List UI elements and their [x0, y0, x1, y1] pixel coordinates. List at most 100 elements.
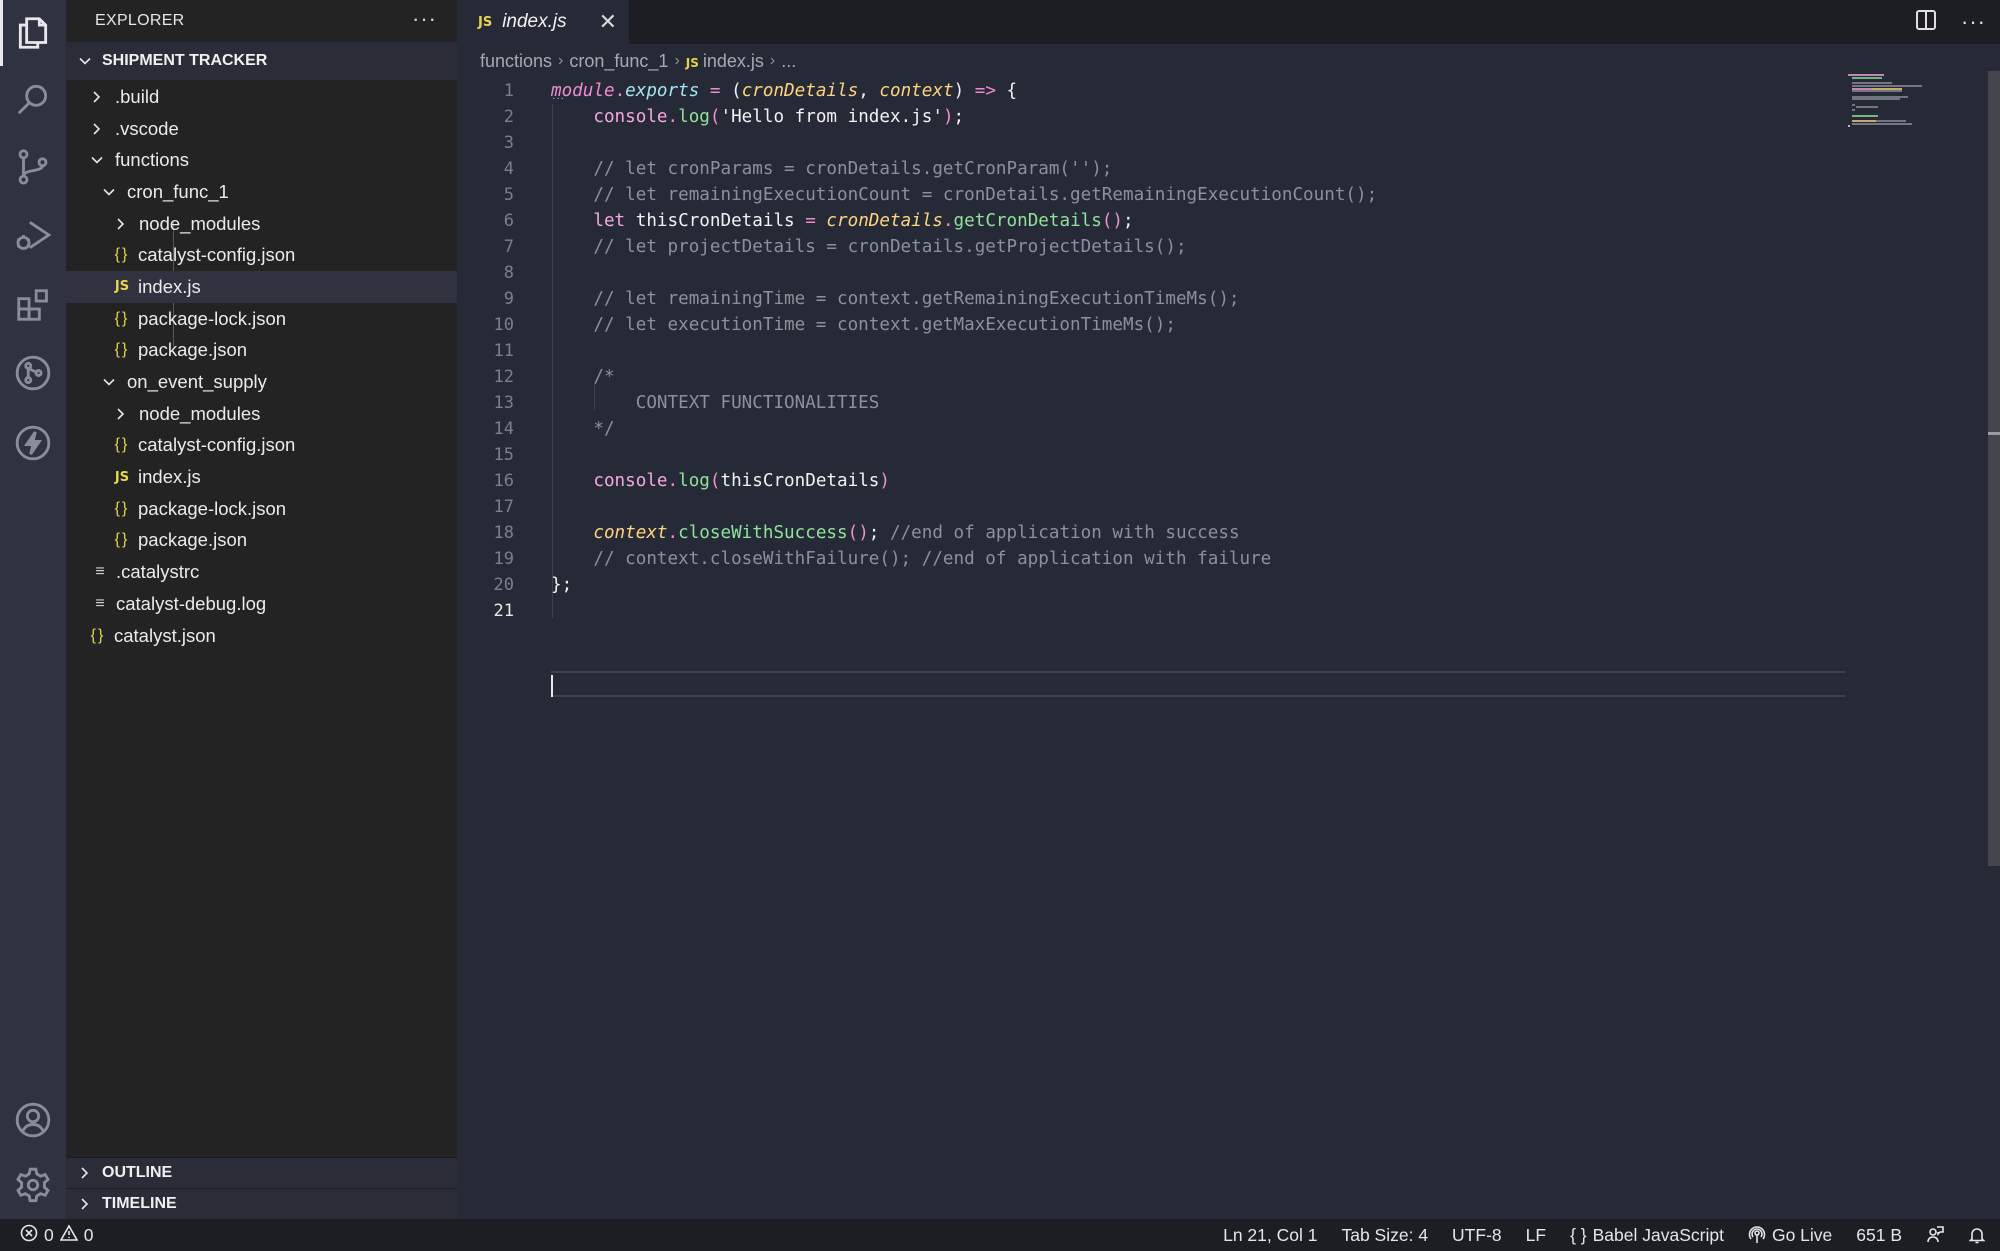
- breadcrumb-separator: ›: [674, 52, 680, 69]
- split-editor-button[interactable]: [1915, 9, 1937, 36]
- tree-item-label: catalyst-debug.log: [116, 592, 267, 614]
- tree-item-label: catalyst-config.json: [138, 244, 296, 266]
- line-number-current: 21: [493, 601, 514, 621]
- feedback-button[interactable]: [1926, 1226, 1944, 1244]
- tree-item-folder[interactable]: .vscode: [66, 113, 457, 145]
- code-comment: // let cronParams = cronDetails.getCronP…: [551, 159, 1113, 179]
- code-text: module.exports = (cronDetails, context) …: [551, 81, 1018, 101]
- chevron-down-icon: [100, 375, 118, 389]
- workspace-header[interactable]: SHIPMENT TRACKER: [66, 42, 457, 80]
- line-number: 15: [493, 445, 514, 465]
- tree-item-folder[interactable]: on_event_supply: [66, 366, 457, 398]
- editor-tab-bar: JS index.js ✕ ···: [457, 0, 2000, 44]
- minimap[interactable]: [1848, 74, 1968, 134]
- code-line: 11: [457, 338, 1847, 364]
- tab-label: index.js: [502, 11, 567, 32]
- line-number: 20: [493, 575, 514, 595]
- breadcrumb-item-file[interactable]: JS index.js: [686, 51, 764, 72]
- editor-scrollbar-thumb[interactable]: [1988, 71, 2000, 866]
- warning-count: 0: [83, 1224, 94, 1245]
- minimap-line: [1852, 119, 1876, 122]
- notifications-button[interactable]: [1968, 1226, 1986, 1244]
- close-tab-icon[interactable]: ✕: [599, 9, 617, 35]
- chevron-right-icon: [88, 122, 106, 136]
- tab-size-status[interactable]: Tab Size: 4: [1341, 1225, 1428, 1246]
- timeline-section-header[interactable]: TIMELINE: [66, 1188, 457, 1219]
- line-number: 17: [493, 497, 514, 517]
- code-line: 4 // let cronParams = cronDetails.getCro…: [457, 156, 1847, 182]
- outline-section-header[interactable]: OUTLINE: [66, 1157, 457, 1188]
- tree-item-label: node_modules: [139, 212, 261, 234]
- tree-item-file[interactable]: {} package-lock.json: [66, 303, 457, 335]
- code-comment: CONTEXT FUNCTIONALITIES: [551, 393, 880, 413]
- tree-item-label: cron_func_1: [127, 180, 229, 202]
- activity-run-debug[interactable]: [0, 202, 66, 268]
- activity-explorer[interactable]: [0, 0, 66, 66]
- language-mode-status[interactable]: { } Babel JavaScript: [1570, 1225, 1724, 1246]
- tree-item-file[interactable]: {} catalyst-config.json: [66, 239, 457, 271]
- activity-catalyst[interactable]: [0, 410, 66, 476]
- minimap-line: [1852, 90, 1902, 93]
- tree-item-file-selected[interactable]: JS index.js: [66, 271, 457, 303]
- line-number: 6: [503, 211, 514, 231]
- activity-search[interactable]: [0, 66, 66, 132]
- activity-source-control[interactable]: [0, 134, 66, 200]
- breadcrumb-item[interactable]: cron_func_1: [569, 51, 668, 72]
- line-number: 1: [503, 81, 514, 101]
- tree-item-file[interactable]: {} package.json: [66, 525, 457, 557]
- problems-status[interactable]: 0 0: [0, 1223, 94, 1247]
- tree-item-label: node_modules: [139, 402, 261, 424]
- workspace-title: SHIPMENT TRACKER: [102, 52, 268, 69]
- chevron-down-icon: [74, 54, 96, 68]
- json-file-icon: {}: [90, 626, 106, 644]
- explorer-more-actions-button[interactable]: ···: [412, 6, 437, 32]
- editor-more-actions-button[interactable]: ···: [1961, 9, 1986, 35]
- line-number: 16: [493, 471, 514, 491]
- lightning-icon: [15, 425, 51, 461]
- tree-item-folder[interactable]: node_modules: [66, 208, 457, 240]
- tree-item-label: catalyst-config.json: [138, 434, 296, 456]
- code-line: 19 // context.closeWithFailure(); //end …: [457, 546, 1847, 572]
- minimap-line: [1852, 87, 1872, 90]
- tab-index-js[interactable]: JS index.js ✕: [457, 0, 629, 44]
- tree-item-file[interactable]: ≡ .catalystrc: [66, 556, 457, 588]
- tree-item-file[interactable]: {} package.json: [66, 335, 457, 367]
- tree-item-label: package.json: [138, 529, 248, 551]
- minimap-line: [1852, 114, 1878, 117]
- go-live-button[interactable]: Go Live: [1748, 1225, 1832, 1246]
- activity-git-graph[interactable]: [0, 340, 66, 406]
- gear-icon: [16, 1167, 50, 1203]
- code-comment: // let projectDetails = cronDetails.getP…: [551, 237, 1187, 257]
- encoding-status[interactable]: UTF-8: [1452, 1225, 1502, 1246]
- account-icon: [15, 1102, 51, 1138]
- search-icon: [17, 84, 48, 115]
- code-line: 8: [457, 260, 1847, 286]
- activity-accounts[interactable]: [0, 1087, 66, 1153]
- cursor-position-status[interactable]: Ln 21, Col 1: [1223, 1225, 1317, 1246]
- eol-status[interactable]: LF: [1526, 1225, 1546, 1246]
- tree-item-folder[interactable]: .build: [66, 81, 457, 113]
- code-editor[interactable]: 1 module.exports = (cronDetails, context…: [457, 78, 1847, 1219]
- activity-extensions[interactable]: [0, 272, 66, 338]
- tree-item-file[interactable]: {} catalyst.json: [66, 620, 457, 652]
- minimap-line: [1852, 103, 1855, 106]
- tree-item-folder[interactable]: node_modules: [66, 398, 457, 430]
- activity-manage[interactable]: [0, 1152, 66, 1218]
- code-comment: // let remainingTime = context.getRemain…: [551, 289, 1240, 309]
- code-line: 2 console.log('Hello from index.js');: [457, 104, 1847, 130]
- status-bar: 0 0 Ln 21, Col 1 Tab Size: 4 UTF-8 LF { …: [0, 1219, 2000, 1251]
- code-line: 13 CONTEXT FUNCTIONALITIES: [457, 390, 1847, 416]
- tree-item-folder[interactable]: functions: [66, 144, 457, 176]
- chevron-right-icon: [112, 217, 130, 231]
- tree-item-file[interactable]: JS index.js: [66, 461, 457, 493]
- language-label: Babel JavaScript: [1592, 1224, 1724, 1245]
- text-file-icon: ≡: [95, 563, 105, 581]
- tree-item-file[interactable]: {} package-lock.json: [66, 493, 457, 525]
- breadcrumb-symbols[interactable]: ...: [781, 51, 796, 72]
- tree-item-folder[interactable]: cron_func_1: [66, 176, 457, 208]
- breadcrumb-separator: ›: [769, 52, 776, 69]
- tree-item-file[interactable]: ≡ catalyst-debug.log: [66, 588, 457, 620]
- breadcrumb-item[interactable]: functions: [480, 51, 552, 72]
- tree-item-file[interactable]: {} catalyst-config.json: [66, 430, 457, 462]
- code-comment: // let remainingExecutionCount = cronDet…: [551, 185, 1378, 205]
